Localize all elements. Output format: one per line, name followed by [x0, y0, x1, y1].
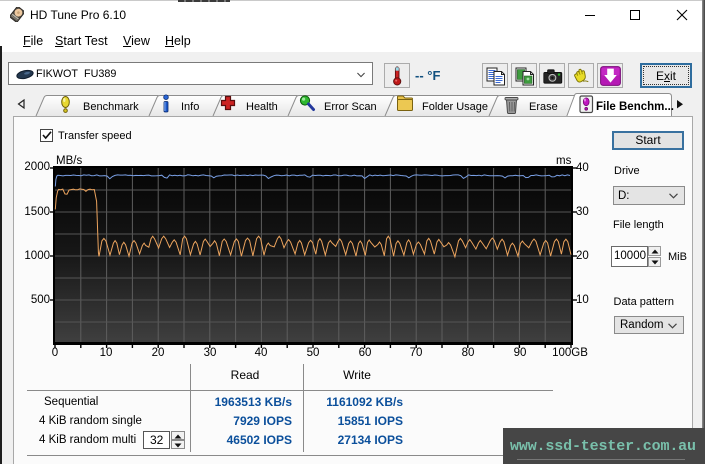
svg-text:Erase: Erase: [529, 101, 558, 113]
svg-text:Health: Health: [246, 101, 278, 113]
svg-text:Error Scan: Error Scan: [324, 101, 377, 113]
svg-text:Benchmark: Benchmark: [83, 101, 139, 113]
svg-text:File Benchm...: File Benchm...: [596, 101, 674, 113]
svg-text:Folder Usage: Folder Usage: [422, 101, 488, 113]
svg-text:Info: Info: [181, 101, 199, 113]
